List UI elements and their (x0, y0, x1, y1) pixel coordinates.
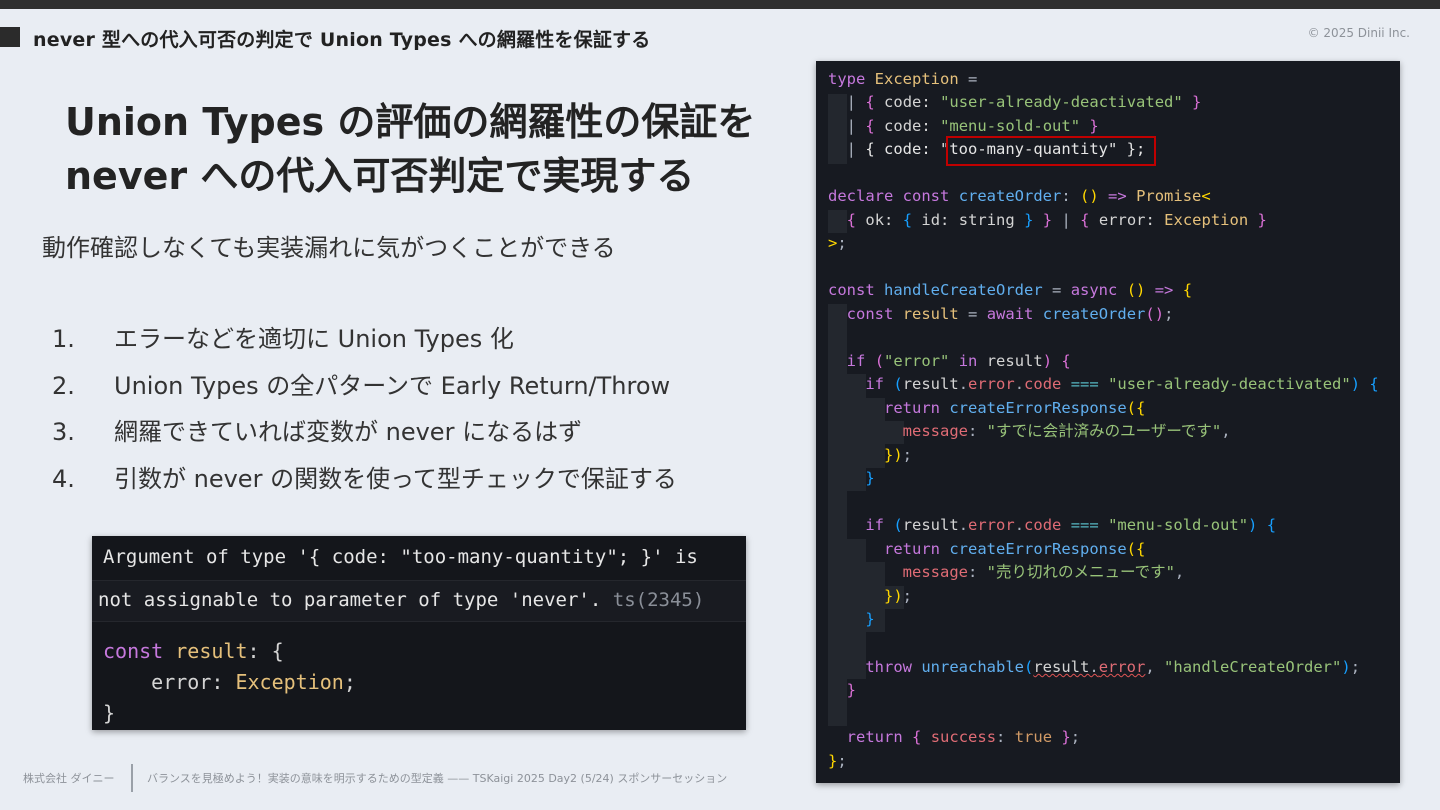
footer-divider (131, 764, 133, 792)
footer-company: 株式会社 ダイニー (23, 772, 115, 785)
error-message-line-1: Argument of type '{ code: "too-many-quan… (103, 546, 698, 568)
hover-type-signature: const result: { error: Exception; } (103, 636, 356, 729)
step-number: 3. (52, 418, 75, 446)
type-error-tooltip: Argument of type '{ code: "too-many-quan… (92, 536, 746, 730)
code-line: declare const createOrder: () => Promise… (828, 187, 1211, 205)
footer-talk-title: バランスを見極めよう！実装の意味を明示するための型定義 —— TSKaigi 2… (147, 772, 728, 785)
code-line: >; (828, 234, 847, 252)
steps-list: 1. エラーなどを適切に Union Types 化 2. Union Types … (52, 320, 677, 506)
code-line: } (865, 469, 875, 487)
code-punct: } (103, 701, 116, 725)
code-line: } (846, 681, 857, 699)
title-line-2: never への代入可否判定で実現する (65, 154, 695, 198)
code-line: message: "売り切れのメニューです", (902, 563, 1185, 581)
code-line: return createErrorResponse({ (884, 540, 1146, 558)
code-line: if (result.error.code === "user-already-… (865, 375, 1379, 393)
code-line: | { code: "menu-sold-out" } (846, 117, 1099, 135)
code-type: Exception (235, 670, 344, 694)
header-marker (0, 27, 20, 47)
code-variable: result (175, 639, 248, 663)
step-text: 網羅できていれば変数が never になるはず (114, 418, 583, 446)
error-message-line-2: not assignable to parameter of type 'nev… (98, 589, 602, 611)
step-number: 2. (52, 371, 75, 400)
code-line: return createErrorResponse({ (884, 399, 1146, 417)
error-message-row: not assignable to parameter of type 'nev… (92, 580, 746, 622)
code-line: if (result.error.code === "menu-sold-out… (865, 516, 1277, 534)
step-number: 4. (52, 464, 75, 493)
code-line: }; (828, 752, 847, 770)
code-line: return { success: true }; (846, 728, 1081, 746)
copyright: © 2025 Dinii Inc. (1307, 26, 1410, 40)
code-keyword: const (103, 639, 164, 663)
code-line: const handleCreateOrder = async () => { (828, 281, 1193, 299)
step-text: Union Types の全パターンで Early Return/Throw (114, 371, 671, 400)
code-line: throw unreachable(result.error, "handleC… (865, 658, 1361, 676)
step-number: 1. (52, 325, 75, 353)
step-text: 引数が never の関数を使って型チェックで保証する (114, 464, 677, 493)
error-code: ts(2345) (612, 589, 705, 611)
code-line: type Exception = (828, 70, 978, 88)
code-line: { ok: { id: string } } | { error: Except… (846, 211, 1267, 229)
code-punct: ; (343, 670, 356, 694)
list-item: 2. Union Types の全パターンで Early Return/Throw (52, 367, 677, 414)
code-line: }); (884, 446, 913, 464)
code-line: message: "すでに会計済みのユーザーです", (902, 422, 1231, 440)
slide-title: Union Types の評価の網羅性の保証を never への代入可否判定で実… (65, 95, 805, 203)
top-bar (0, 0, 1440, 9)
code-line: }); (884, 587, 913, 605)
code-line: | { code: "user-already-deactivated" } (846, 93, 1202, 111)
code-line: if ("error" in result) { (846, 352, 1071, 370)
highlight-box (946, 136, 1156, 166)
code-property: error: (103, 670, 236, 694)
list-item: 4. 引数が never の関数を使って型チェックで保証する (52, 460, 677, 507)
code-punct: : { (247, 639, 284, 663)
title-line-1: Union Types の評価の網羅性の保証を (65, 100, 756, 144)
slide-subtitle: 動作確認しなくても実装漏れに気がつくことができる (42, 234, 616, 262)
list-item: 3. 網羅できていれば変数が never になるはず (52, 413, 677, 460)
code-editor-panel: type Exception = | { code: "user-already… (816, 61, 1400, 783)
code-line: } (865, 610, 875, 628)
code-line: const result = await createOrder(); (846, 305, 1174, 323)
list-item: 1. エラーなどを適切に Union Types 化 (52, 320, 677, 367)
section-header: never 型への代入可否の判定で Union Types への網羅性を保証する (33, 29, 651, 51)
step-text: エラーなどを適切に Union Types 化 (114, 325, 514, 353)
